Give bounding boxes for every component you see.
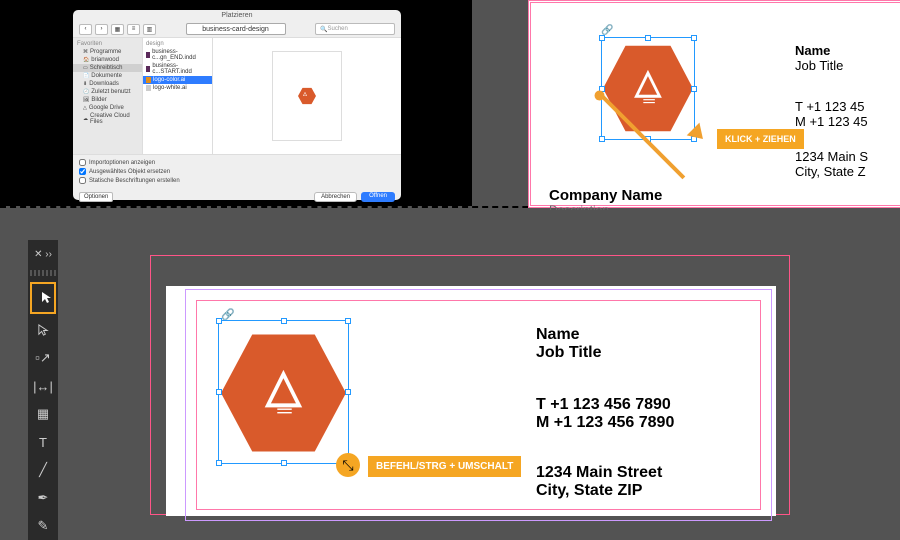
gap-tool[interactable]: |↔| bbox=[30, 374, 56, 398]
sidebar-item[interactable]: 📄Dokumente bbox=[73, 72, 142, 80]
file-item[interactable]: business-c...START.indd bbox=[143, 62, 212, 76]
close-panel-icon[interactable]: ✕ ›› bbox=[30, 242, 56, 266]
import-options-check[interactable]: Importoptionen anzeigen bbox=[79, 158, 395, 167]
open-button[interactable]: Öffnen bbox=[361, 192, 395, 202]
phone-m: M +1 123 45 bbox=[795, 114, 868, 129]
job-label: Job Title bbox=[795, 58, 843, 73]
business-card-bottom: 🔗 △═ ⤡ BEFEHL/STRG + UMSCHALT Name Job T… bbox=[166, 286, 776, 516]
company-label: Company Name bbox=[549, 187, 662, 204]
addr1: 1234 Main Street bbox=[536, 464, 662, 482]
view-list-button[interactable]: ≡ bbox=[127, 24, 140, 35]
view-col-button[interactable]: ▥ bbox=[143, 24, 156, 35]
hint-badge: KLICK + ZIEHEN bbox=[717, 129, 804, 149]
sidebar-item[interactable]: △Google Drive bbox=[73, 104, 142, 112]
view-grid-button[interactable]: ▦ bbox=[111, 24, 124, 35]
column-header: design bbox=[143, 40, 212, 48]
sidebar-item[interactable]: ▭Schreibtisch bbox=[73, 64, 142, 72]
selection-tool[interactable] bbox=[34, 286, 60, 310]
selection-tool-highlight bbox=[30, 282, 56, 314]
tools-panel: ✕ ›› ▫↗ |↔| ▦ T ╱ ✒ ✎ bbox=[28, 240, 58, 540]
dialog-sidebar: Favoriten ⌘Programme 🏠brianwood ▭Schreib… bbox=[73, 38, 143, 154]
phone-t: T +1 123 45 bbox=[795, 99, 865, 114]
nav-back-button[interactable]: ‹ bbox=[79, 24, 92, 35]
phone-m: M +1 123 456 7890 bbox=[536, 414, 674, 432]
selection-frame[interactable] bbox=[601, 37, 695, 140]
nav-fwd-button[interactable]: › bbox=[95, 24, 108, 35]
sidebar-item[interactable]: ☁Creative Cloud Files bbox=[73, 112, 142, 126]
sidebar-item[interactable]: 🖼Bilder bbox=[73, 96, 142, 104]
sidebar-item[interactable]: ⬇Downloads bbox=[73, 80, 142, 88]
hint-badge: BEFEHL/STRG + UMSCHALT bbox=[368, 456, 521, 477]
sidebar-item[interactable]: 🏠brianwood bbox=[73, 56, 142, 64]
canvas-top: 🔗 △═ KLICK + ZIEHEN Name Job Title T +1 … bbox=[472, 0, 900, 206]
sidebar-item[interactable]: ⌘Programme bbox=[73, 48, 142, 56]
name-label: Name bbox=[536, 326, 580, 344]
pencil-tool[interactable]: ✎ bbox=[30, 514, 56, 538]
line-tool[interactable]: ╱ bbox=[30, 458, 56, 482]
name-label: Name bbox=[795, 43, 830, 58]
type-tool[interactable]: T bbox=[30, 430, 56, 454]
job-label: Job Title bbox=[536, 344, 602, 362]
direct-select-tool[interactable] bbox=[30, 318, 56, 342]
business-card-top: 🔗 △═ KLICK + ZIEHEN Name Job Title T +1 … bbox=[528, 0, 900, 208]
resize-cursor-icon: ⤡ bbox=[336, 453, 360, 477]
static-captions-check[interactable]: Statische Beschriftungen erstellen bbox=[79, 176, 395, 185]
page-tool[interactable]: ▫↗ bbox=[30, 346, 56, 370]
replace-selected-check[interactable]: Ausgewähltes Objekt ersetzen bbox=[79, 167, 395, 176]
sidebar-item[interactable]: 🕘Zuletzt benutzt bbox=[73, 88, 142, 96]
options-button[interactable]: Optionen bbox=[79, 192, 113, 202]
phone-t: T +1 123 456 7890 bbox=[536, 396, 671, 414]
content-collector-tool[interactable]: ▦ bbox=[30, 402, 56, 426]
selection-frame[interactable] bbox=[218, 320, 349, 464]
place-dialog: Platzieren ‹ › ▦ ≡ ▥ business-card-desig… bbox=[73, 10, 401, 200]
addr2: City, State Z bbox=[795, 164, 866, 179]
sidebar-header: Favoriten bbox=[73, 40, 142, 48]
dialog-title: Platzieren bbox=[73, 10, 401, 21]
addr1: 1234 Main S bbox=[795, 149, 868, 164]
file-column: design business-c...gn_END.indd business… bbox=[143, 38, 213, 154]
addr2: City, State ZIP bbox=[536, 482, 642, 500]
folder-dropdown[interactable]: business-card-design bbox=[186, 23, 286, 35]
place-dialog-panel: Platzieren ‹ › ▦ ≡ ▥ business-card-desig… bbox=[0, 0, 472, 206]
pen-tool[interactable]: ✒ bbox=[30, 486, 56, 510]
file-item[interactable]: business-c...gn_END.indd bbox=[143, 48, 212, 62]
cancel-button[interactable]: Abbrechen bbox=[314, 192, 357, 202]
logo-preview-icon bbox=[298, 87, 316, 105]
search-input[interactable]: 🔍 Suchen bbox=[315, 23, 395, 35]
file-preview bbox=[213, 38, 401, 154]
file-item[interactable]: logo-color.ai bbox=[143, 76, 212, 84]
file-item[interactable]: logo-white.ai bbox=[143, 84, 212, 92]
canvas-bottom: 🔗 △═ ⤡ BEFEHL/STRG + UMSCHALT Name Job T… bbox=[150, 255, 790, 515]
panel-grip[interactable] bbox=[30, 270, 56, 276]
